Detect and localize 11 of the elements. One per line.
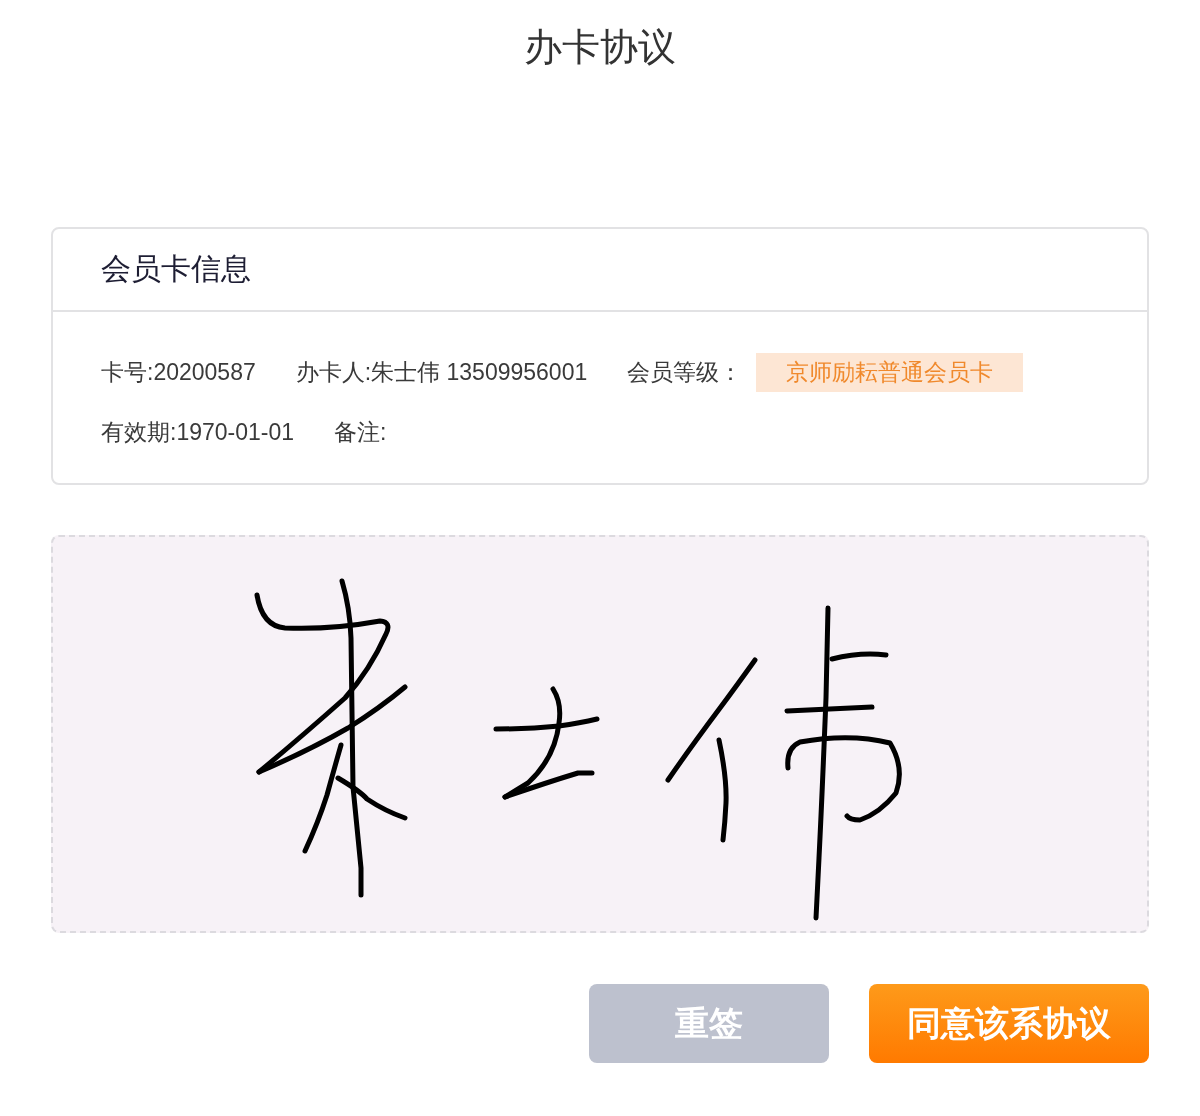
info-text: 卡号:20200587 [101,357,256,387]
card-title: 会员卡信息 [101,251,251,287]
info-text: 有效期:1970-01-01 [101,417,295,447]
agree-button[interactable]: 同意该系协议 [869,984,1149,1063]
info-label: 会员等级： [627,357,743,387]
info-text: 备注: [334,417,387,447]
member-level-tag: 京师励耘普通会员卡 [756,352,1024,392]
page-title: 办卡协议 [524,25,676,70]
re-sign-button[interactable]: 重签 [589,984,829,1063]
signature-pad[interactable] [51,535,1149,933]
info-text: 办卡人:朱士伟 13509956001 [295,357,588,387]
